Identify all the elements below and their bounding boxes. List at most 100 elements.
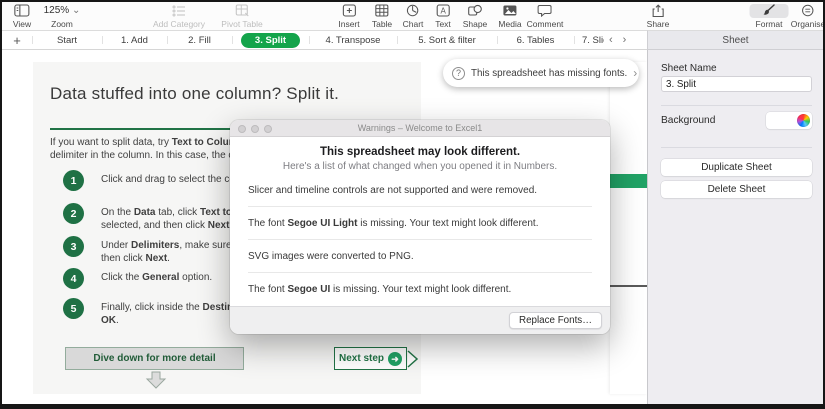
notification-text: This spreadsheet has missing fonts. <box>471 67 628 79</box>
arrow-down-icon <box>145 371 167 394</box>
step-3-badge: 3 <box>63 236 84 257</box>
svg-text:A: A <box>440 7 446 16</box>
step-5-badge: 5 <box>63 298 84 319</box>
divider <box>661 147 812 148</box>
warning-item: The font Segoe UI is missing. Your text … <box>248 284 512 295</box>
pennant-arrow-icon <box>407 349 419 374</box>
tab-start[interactable]: Start <box>32 31 102 49</box>
add-sheet-button[interactable]: + <box>2 31 32 49</box>
table-icon <box>372 4 392 18</box>
text-icon: A <box>435 4 451 18</box>
card-title: Data stuffed into one column? Split it. <box>50 84 340 103</box>
chart-button[interactable]: Chart <box>402 4 424 29</box>
warnings-dialog: Warnings – Welcome to Excel1 This spread… <box>230 120 610 334</box>
dialog-heading: This spreadsheet may look different. <box>319 146 521 158</box>
tabs-scroll-left-icon[interactable]: ‹ <box>604 34 618 46</box>
text-label: Text <box>435 19 451 29</box>
chevron-down-icon: ⌄ <box>71 5 81 16</box>
view-label: View <box>12 19 32 29</box>
tab-6-tables[interactable]: 6. Tables <box>497 31 574 49</box>
dive-down-button[interactable]: Dive down for more detail <box>65 347 244 370</box>
format-button[interactable]: Format <box>749 4 789 29</box>
next-step-label: Next step <box>338 353 384 364</box>
insert-label: Insert <box>338 19 360 29</box>
view-button[interactable]: View <box>13 4 31 29</box>
divider <box>661 105 812 106</box>
background-table-fragment <box>610 62 647 394</box>
tab-4-transpose[interactable]: 4. Transpose <box>309 31 397 49</box>
replace-fonts-button[interactable]: Replace Fonts… <box>509 312 602 329</box>
table-button[interactable]: Table <box>372 4 392 29</box>
add-category-icon <box>153 4 205 18</box>
step-2-badge: 2 <box>63 203 84 224</box>
insert-button[interactable]: Insert <box>338 4 360 29</box>
pivot-table-button: Pivot Table <box>221 4 263 29</box>
step-1-badge: 1 <box>63 170 84 191</box>
tab-7-slicers[interactable]: 7. Slic <box>574 31 604 49</box>
share-label: Share <box>646 19 670 29</box>
tab-2-fill[interactable]: 2. Fill <box>167 31 232 49</box>
color-wheel-icon <box>797 114 810 127</box>
chart-label: Chart <box>402 19 424 29</box>
zoom-value: 125% ⌄ <box>43 5 81 16</box>
sidebar-panel-icon <box>13 4 31 18</box>
tabs-scroll-right-icon[interactable]: › <box>618 34 632 46</box>
app-window: View 125% ⌄ Zoom Add Category Pivot Tabl… <box>0 0 825 409</box>
warnings-list: Slicer and timeline controls are not sup… <box>248 174 592 305</box>
format-label: Format <box>755 19 783 29</box>
share-button[interactable]: Share <box>646 4 670 29</box>
zoom-control[interactable]: 125% ⌄ Zoom <box>44 4 81 29</box>
next-step-button[interactable]: Next step ➜ <box>334 347 407 370</box>
text-button[interactable]: A Text <box>435 4 451 29</box>
sheet-canvas[interactable]: Data stuffed into one column? Split it. … <box>2 50 647 404</box>
background-label: Background <box>661 115 716 126</box>
tab-1-add[interactable]: 1. Add <box>102 31 167 49</box>
media-button[interactable]: Media <box>498 4 522 29</box>
media-label: Media <box>498 19 522 29</box>
organise-button[interactable]: Organise <box>790 4 825 29</box>
duplicate-sheet-button[interactable]: Duplicate Sheet <box>661 159 812 176</box>
pivot-table-icon <box>221 4 262 18</box>
zoom-label: Zoom <box>51 19 73 29</box>
delete-sheet-button[interactable]: Delete Sheet <box>661 181 812 198</box>
add-category-button: Add Category <box>153 4 205 29</box>
shape-label: Shape <box>462 19 488 29</box>
sheet-name-label: Sheet Name <box>661 63 717 74</box>
comment-icon <box>527 4 564 18</box>
shape-button[interactable]: Shape <box>462 4 488 29</box>
sheet-inspector: Sheet Name Background Duplicate Sheet De… <box>647 50 823 404</box>
chevron-right-icon: › <box>633 66 638 80</box>
sheet-name-input[interactable] <box>661 76 812 92</box>
inspector-header: Sheet <box>647 30 823 50</box>
organise-icon <box>791 4 823 18</box>
main-area: Data stuffed into one column? Split it. … <box>2 50 823 404</box>
missing-fonts-notification[interactable]: ? This spreadsheet has missing fonts. › <box>443 59 639 87</box>
shape-icon <box>463 4 488 18</box>
tab-3-split[interactable]: 3. Split <box>232 31 309 49</box>
pivot-table-label: Pivot Table <box>221 19 263 29</box>
table-label: Table <box>371 19 393 29</box>
dialog-title: Warnings – Welcome to Excel1 <box>357 123 483 133</box>
dialog-titlebar[interactable]: Warnings – Welcome to Excel1 <box>230 120 610 137</box>
insert-icon <box>338 4 359 18</box>
background-color-well[interactable] <box>766 112 812 129</box>
format-brush-icon <box>749 4 789 18</box>
sheet-tab-bar: + Start 1. Add 2. Fill 3. Split 4. Trans… <box>2 30 647 50</box>
close-window-icon[interactable] <box>238 125 246 133</box>
tab-5-sort-filter[interactable]: 5. Sort & filter <box>397 31 497 49</box>
minimize-window-icon[interactable] <box>251 125 259 133</box>
organise-label: Organise <box>790 19 825 29</box>
warning-item: SVG images were converted to PNG. <box>248 240 592 273</box>
table-header-fragment <box>610 174 647 188</box>
chart-icon <box>403 4 424 18</box>
comment-button[interactable]: Comment <box>526 4 564 29</box>
toolbar: View 125% ⌄ Zoom Add Category Pivot Tabl… <box>2 2 823 30</box>
dialog-footer: Replace Fonts… <box>230 306 610 334</box>
zoom-window-icon[interactable] <box>264 125 272 133</box>
question-mark-icon: ? <box>452 66 465 80</box>
media-icon <box>498 4 521 18</box>
next-arrow-circle-icon: ➜ <box>388 351 402 366</box>
warning-item: Slicer and timeline controls are not sup… <box>248 174 592 207</box>
share-icon <box>647 4 670 18</box>
comment-label: Comment <box>526 19 564 29</box>
